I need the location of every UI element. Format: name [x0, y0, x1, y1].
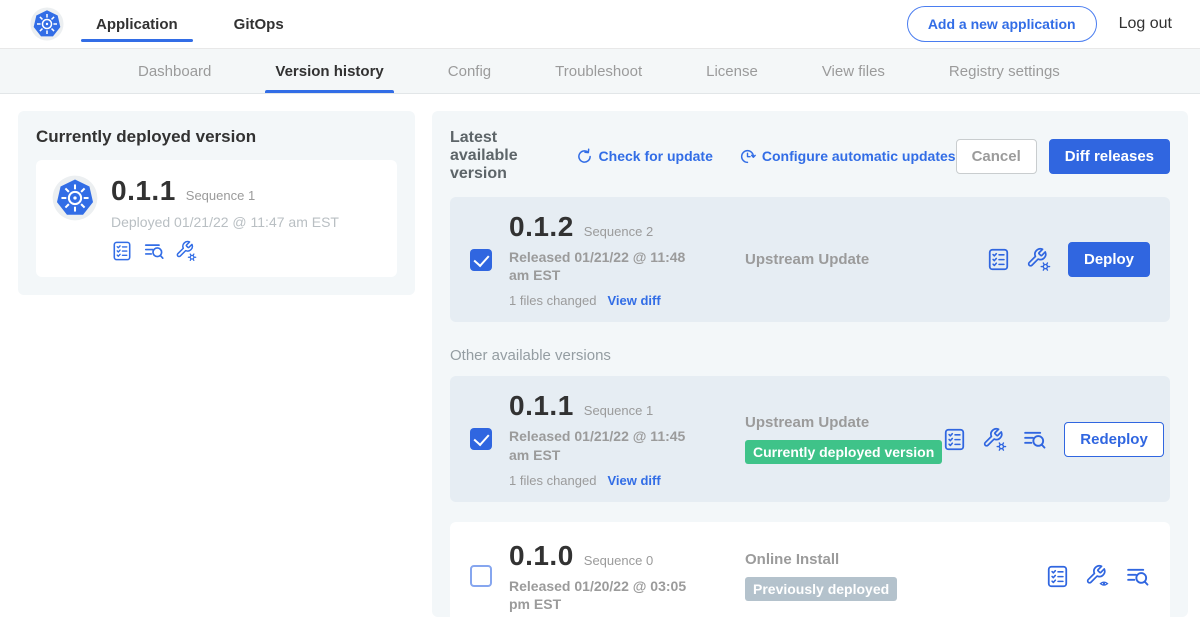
tab-troubleshoot[interactable]: Troubleshoot [555, 49, 642, 93]
add-application-button[interactable]: Add a new application [907, 6, 1097, 42]
deploy-logs-icon[interactable] [1022, 427, 1047, 452]
refresh-icon [576, 148, 593, 165]
version-0-1-0-checkbox[interactable] [470, 565, 492, 587]
currently-deployed-card: Currently deployed version 0.1.1 Sequenc… [18, 111, 415, 295]
sequence-label: Sequence 2 [584, 224, 653, 239]
configure-updates-label: Configure automatic updates [762, 148, 956, 164]
deploy-logs-icon[interactable] [143, 240, 165, 262]
version-0-1-1-checkbox[interactable] [470, 428, 492, 450]
tab-view-files[interactable]: View files [822, 49, 885, 93]
files-changed-label: 1 files changed [509, 293, 596, 308]
release-notes-icon[interactable] [1045, 564, 1070, 589]
deploy-logs-icon[interactable] [1125, 564, 1150, 589]
latest-available-title: Latest available version [450, 129, 562, 183]
topnav-tab-application[interactable]: Application [96, 0, 178, 48]
version-source-label: Online Install [745, 551, 1045, 568]
version-source-label: Upstream Update [745, 414, 942, 431]
logout-link[interactable]: Log out [1119, 15, 1172, 33]
version-row-0-1-1: 0.1.1 Sequence 1 Released 01/21/22 @ 11:… [450, 376, 1170, 501]
tab-license[interactable]: License [706, 49, 758, 93]
config-icon[interactable] [175, 240, 197, 262]
topnav-tabs: Application GitOps [96, 0, 284, 48]
release-notes-icon[interactable] [942, 427, 967, 452]
version-number: 0.1.2 [509, 211, 574, 243]
app-logo-icon [52, 175, 98, 221]
deployed-version-card: 0.1.1 Sequence 1 Deployed 01/21/22 @ 11:… [36, 160, 397, 277]
deployed-sequence-label: Sequence 1 [186, 188, 255, 203]
topnav-tab-application-label: Application [96, 16, 178, 33]
currently-deployed-badge: Currently deployed version [745, 440, 942, 464]
panel-header: Latest available version Check for updat… [450, 129, 1170, 183]
main-content: Currently deployed version 0.1.1 Sequenc… [0, 94, 1200, 617]
deployed-card-title: Currently deployed version [36, 127, 397, 147]
version-number: 0.1.1 [509, 390, 574, 422]
version-row-0-1-0: 0.1.0 Sequence 0 Released 01/20/22 @ 03:… [450, 522, 1170, 617]
topnav-tab-gitops-label: GitOps [234, 16, 284, 33]
schedule-icon [739, 148, 756, 165]
tab-version-history[interactable]: Version history [275, 49, 383, 93]
released-timestamp: Released 01/21/22 @ 11:48 am EST [509, 248, 705, 284]
tab-config[interactable]: Config [448, 49, 491, 93]
sequence-label: Sequence 1 [584, 403, 653, 418]
config-icon[interactable] [982, 427, 1007, 452]
cancel-button[interactable]: Cancel [956, 139, 1037, 174]
configure-updates-link[interactable]: Configure automatic updates [739, 148, 956, 165]
config-icon[interactable] [1026, 247, 1051, 272]
other-versions-title: Other available versions [450, 347, 1170, 364]
sequence-label: Sequence 0 [584, 553, 653, 568]
view-diff-link[interactable]: View diff [607, 473, 660, 488]
topnav-tab-gitops[interactable]: GitOps [234, 0, 284, 48]
app-sub-nav: Dashboard Version history Config Trouble… [0, 49, 1200, 94]
diff-releases-button[interactable]: Diff releases [1049, 139, 1170, 174]
files-changed-label: 1 files changed [509, 473, 596, 488]
kubernetes-logo-icon [30, 7, 64, 41]
released-timestamp: Released 01/20/22 @ 03:05 pm EST [509, 577, 705, 613]
check-for-update-label: Check for update [599, 148, 713, 164]
available-versions-panel: Latest available version Check for updat… [432, 111, 1188, 617]
version-number: 0.1.0 [509, 540, 574, 572]
previously-deployed-badge: Previously deployed [745, 577, 897, 601]
version-row-0-1-2: 0.1.2 Sequence 2 Released 01/21/22 @ 11:… [450, 197, 1170, 322]
released-timestamp: Released 01/21/22 @ 11:45 am EST [509, 427, 705, 463]
top-nav: Application GitOps Add a new application… [0, 0, 1200, 49]
version-0-1-2-checkbox[interactable] [470, 249, 492, 271]
tab-dashboard[interactable]: Dashboard [138, 49, 211, 93]
deployed-version-number: 0.1.1 [111, 175, 176, 207]
deployed-timestamp: Deployed 01/21/22 @ 11:47 am EST [111, 214, 339, 230]
check-for-update-link[interactable]: Check for update [576, 148, 713, 165]
tab-registry-settings[interactable]: Registry settings [949, 49, 1060, 93]
release-notes-icon[interactable] [986, 247, 1011, 272]
deploy-button[interactable]: Deploy [1068, 242, 1150, 277]
version-source-label: Upstream Update [745, 251, 986, 268]
redeploy-button[interactable]: Redeploy [1064, 422, 1164, 457]
view-diff-link[interactable]: View diff [607, 293, 660, 308]
view-config-icon[interactable] [1085, 564, 1110, 589]
release-notes-icon[interactable] [111, 240, 133, 262]
